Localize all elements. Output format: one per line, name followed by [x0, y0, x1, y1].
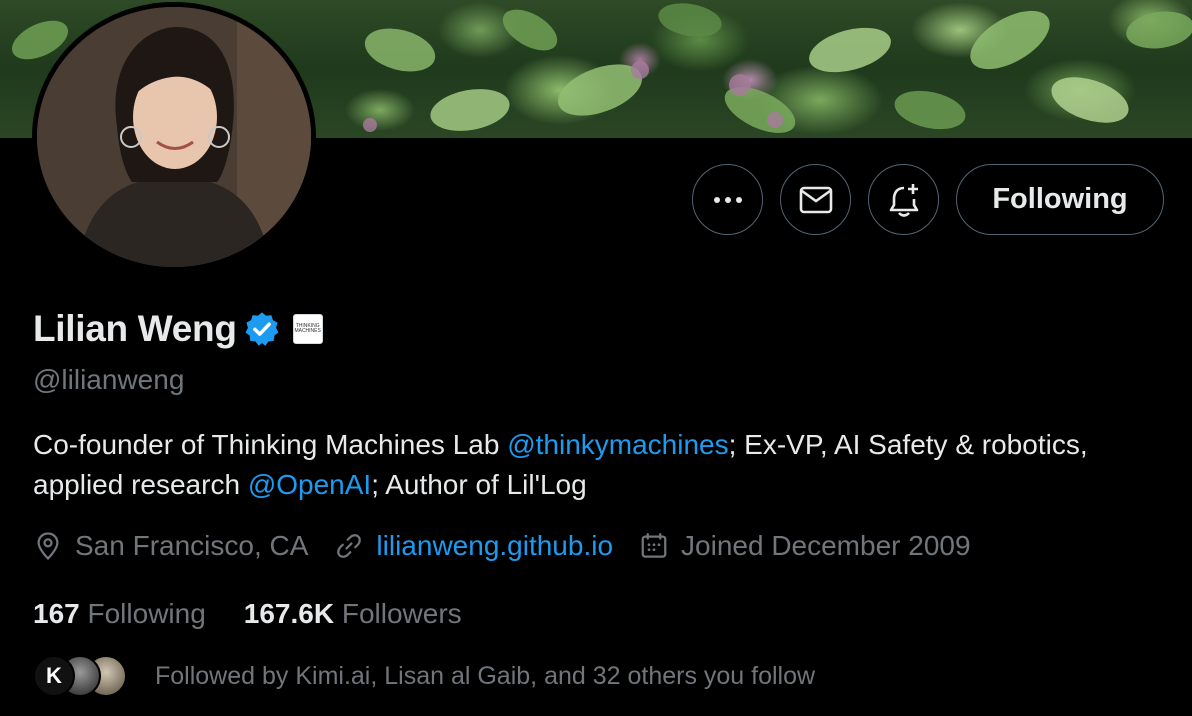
bio-mention-openai[interactable]: @OpenAI: [248, 469, 371, 500]
following-count: 167: [33, 598, 80, 629]
profile-meta: San Francisco, CA lilianweng.github.io J…: [33, 530, 997, 562]
avatar-photo: [37, 7, 311, 267]
bell-plus-icon: [889, 183, 918, 217]
notifications-button[interactable]: [868, 164, 939, 235]
profile-bio: Co-founder of Thinking Machines Lab @thi…: [33, 425, 1113, 505]
followed-by-row[interactable]: K Followed by Kimi.ai, Lisan al Gaib, an…: [33, 655, 815, 697]
joined-item: Joined December 2009: [639, 530, 971, 562]
follower-avatar-letter: K: [46, 663, 62, 688]
location-pin-icon: [37, 532, 59, 561]
location-text: San Francisco, CA: [75, 530, 309, 561]
affiliation-badge[interactable]: THINKING MACHINES: [292, 314, 323, 344]
envelope-icon: [799, 186, 832, 213]
following-label: Following: [87, 598, 206, 629]
followers-count: 167.6K: [243, 598, 335, 629]
website-link[interactable]: lilianweng.github.io: [376, 530, 613, 562]
profile-name: Lilian Weng: [33, 308, 237, 349]
profile-handle: @lilianweng: [33, 364, 185, 395]
affiliation-badge-text: THINKING MACHINES: [294, 323, 321, 334]
followed-by-text: Followed by Kimi.ai, Lisan al Gaib, and …: [155, 661, 816, 690]
following-button[interactable]: Following: [956, 164, 1164, 235]
link-icon: [337, 534, 362, 558]
website-item: lilianweng.github.io: [334, 530, 613, 562]
profile-name-row: Lilian Weng THINKING MACHINES: [33, 308, 323, 350]
bio-text-3: ; Author of Lil'Log: [371, 469, 587, 500]
following-button-label: Following: [992, 183, 1128, 215]
bio-text-1: Co-founder of Thinking Machines Lab: [33, 429, 508, 460]
following-stat-link[interactable]: 167 Following: [33, 598, 206, 630]
followers-stat-link[interactable]: 167.6K Followers: [244, 598, 462, 630]
profile-stats: 167 Following 167.6K Followers: [33, 598, 500, 630]
joined-text: Joined December 2009: [681, 530, 971, 561]
verified-badge-icon[interactable]: [243, 310, 281, 348]
location-item: San Francisco, CA: [33, 530, 308, 562]
profile-avatar[interactable]: [32, 2, 316, 272]
followers-label: Followers: [341, 598, 462, 629]
follower-avatar-kimi: K: [33, 655, 75, 697]
more-dots-icon: [713, 196, 742, 203]
calendar-icon: [641, 533, 667, 558]
message-button[interactable]: [780, 164, 851, 235]
bio-mention-thinkymachines[interactable]: @thinkymachines: [507, 429, 728, 460]
more-button[interactable]: [692, 164, 763, 235]
